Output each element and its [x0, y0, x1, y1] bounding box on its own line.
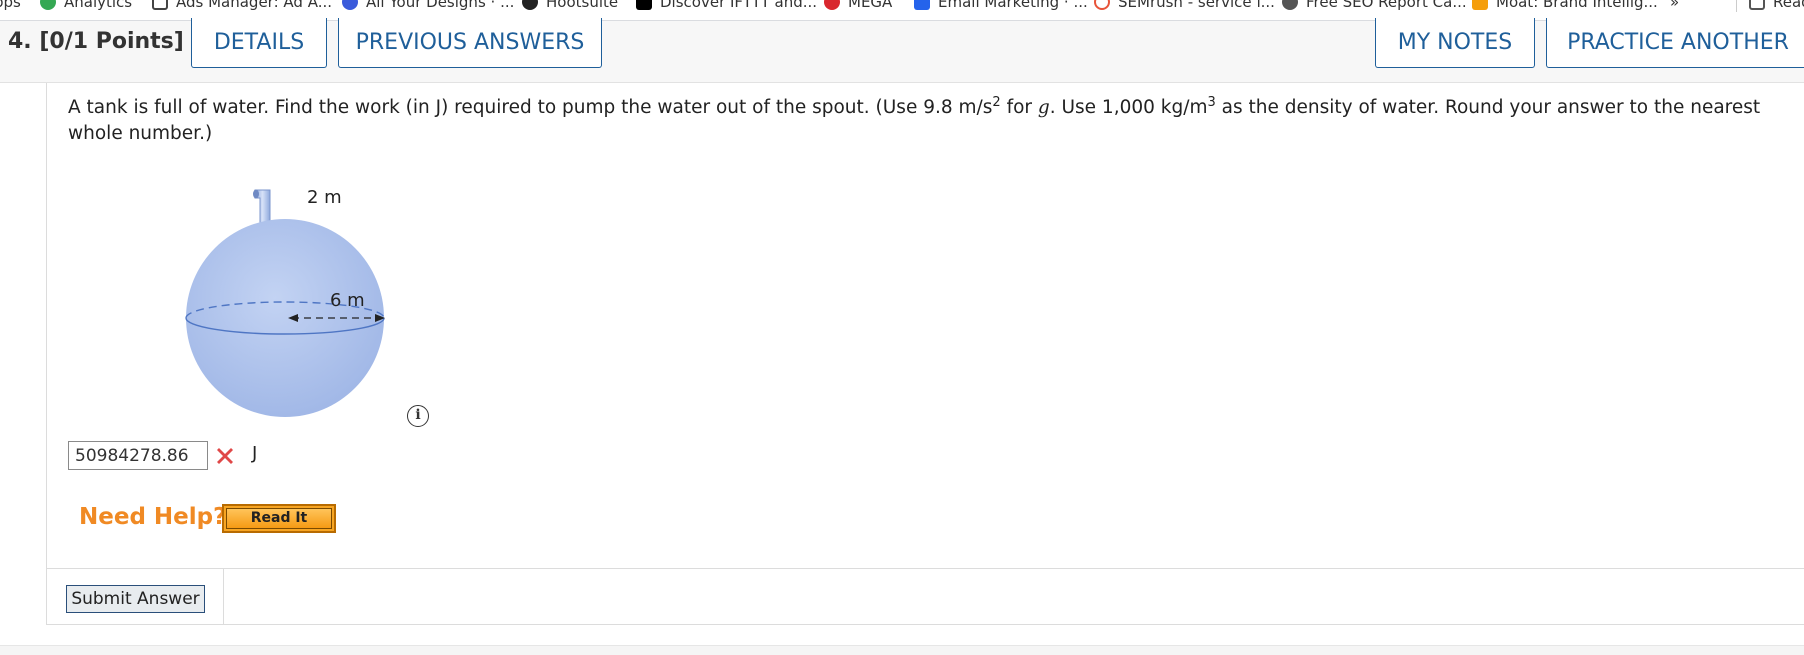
bookmark-label: Read — [1773, 0, 1804, 11]
bookmark-semrush[interactable]: SEMrush - service f... — [1094, 0, 1275, 12]
previous-answers-button[interactable]: PREVIOUS ANSWERS — [338, 18, 602, 68]
bookmark-analytics[interactable]: Analytics — [40, 0, 132, 12]
bookmark-label: Free SEO Report Ca... — [1306, 0, 1467, 11]
read-it-button[interactable]: Read It — [222, 504, 336, 533]
bookmark-ads-manager[interactable]: Ads Manager: Ad A... — [152, 0, 332, 12]
more-bookmarks-button[interactable]: » — [1670, 0, 1679, 12]
bookmark-label: pps — [0, 0, 21, 11]
ifttt-icon — [636, 0, 652, 10]
email-marketing-icon — [914, 0, 930, 10]
prompt-text: for — [1000, 97, 1038, 118]
bookmark-apps[interactable]: pps — [0, 0, 21, 12]
more-bookmarks-icon: » — [1670, 0, 1680, 11]
divider — [223, 568, 1804, 569]
prompt-text: A tank is full of water. Find the work (… — [68, 97, 993, 118]
bookmark-label: Email Marketing · ... — [938, 0, 1088, 11]
bookmark-mega[interactable]: MEGA — [824, 0, 892, 12]
practice-another-button[interactable]: PRACTICE ANOTHER — [1546, 18, 1804, 68]
bookmark-reading-list[interactable]: Read — [1736, 0, 1804, 12]
hootsuite-icon — [522, 0, 538, 10]
bookmark-email-marketing[interactable]: Email Marketing · ... — [914, 0, 1088, 12]
tank-figure: 2 m 6 m — [180, 178, 400, 423]
bookmark-label: Analytics — [64, 0, 133, 11]
question-points: 4. [0/1 Points] — [8, 29, 184, 54]
question-number: 4. — [8, 29, 32, 54]
info-icon[interactable]: i — [407, 405, 429, 427]
bookmark-label: SEMrush - service f... — [1118, 0, 1275, 11]
prompt-text: . Use 1,000 kg/m — [1049, 97, 1208, 118]
bookmark-label: All Your Designs · ... — [366, 0, 515, 11]
spout-opening — [253, 189, 259, 199]
bookmark-hootsuite[interactable]: Hootsuite — [522, 0, 618, 12]
bottom-divider — [0, 645, 1804, 655]
analytics-icon — [40, 0, 56, 10]
ads-manager-icon — [152, 0, 168, 10]
canva-icon — [342, 0, 358, 10]
bookmark-label: Hootsuite — [546, 0, 619, 11]
semrush-icon — [1094, 0, 1110, 10]
bookmark-label: Discover IFTTT and... — [660, 0, 818, 11]
incorrect-x-icon — [217, 448, 233, 464]
sphere-tank-diagram — [185, 189, 385, 417]
reading-list-icon — [1749, 0, 1765, 10]
spout-length-label: 2 m — [307, 187, 342, 208]
bookmark-canva[interactable]: All Your Designs · ... — [342, 0, 514, 12]
details-button[interactable]: DETAILS — [191, 18, 327, 68]
question-prompt: A tank is full of water. Find the work (… — [68, 95, 1804, 147]
seo-report-icon — [1282, 0, 1298, 10]
read-it-label: Read It — [226, 508, 332, 529]
answer-input[interactable] — [68, 441, 208, 470]
gravity-variable: g — [1037, 97, 1050, 118]
answer-unit: J — [252, 443, 258, 464]
my-notes-button[interactable]: MY NOTES — [1375, 18, 1535, 68]
bookmark-seo-report[interactable]: Free SEO Report Ca... — [1282, 0, 1467, 12]
need-help-label: Need Help? — [79, 504, 227, 530]
mega-icon — [824, 0, 840, 10]
radius-label: 6 m — [330, 290, 365, 311]
bookmark-ifttt[interactable]: Discover IFTTT and... — [636, 0, 817, 12]
points-label: [0/1 Points] — [39, 29, 184, 54]
bookmark-moat[interactable]: Moat: Brand Intellig... — [1472, 0, 1658, 12]
bookmark-label: MEGA — [848, 0, 893, 11]
exponent: 2 — [992, 94, 1001, 110]
bookmark-label: Moat: Brand Intellig... — [1496, 0, 1658, 11]
bookmark-label: Ads Manager: Ad A... — [176, 0, 332, 11]
submit-answer-button[interactable]: Submit Answer — [66, 585, 205, 613]
moat-icon — [1472, 0, 1488, 10]
exponent: 3 — [1207, 94, 1216, 110]
